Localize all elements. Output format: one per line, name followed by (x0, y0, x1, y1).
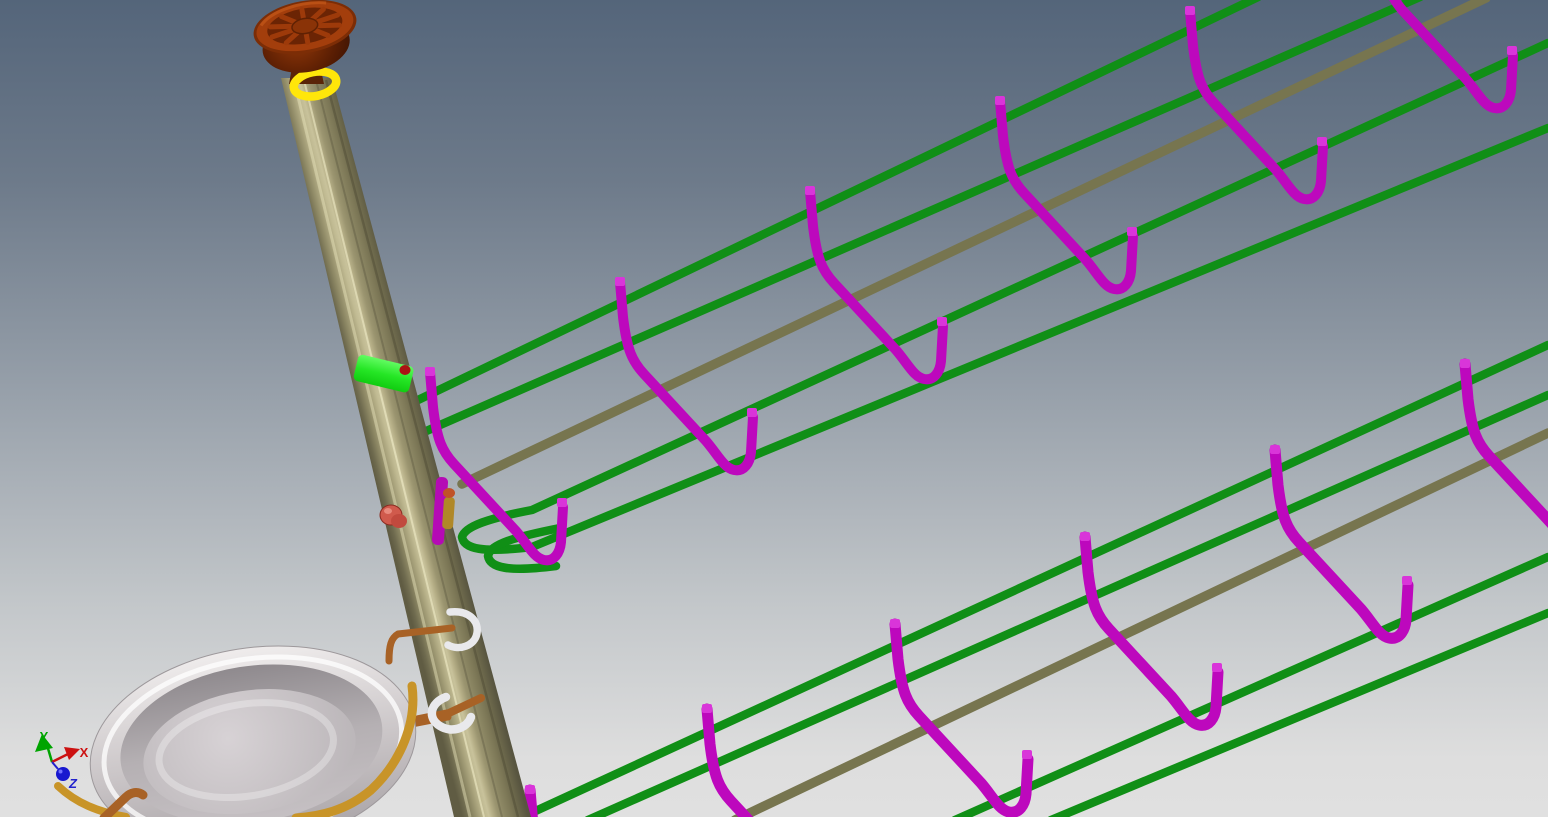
cable-tray-lower[interactable] (516, 345, 1548, 817)
z-axis-ball (56, 767, 70, 781)
tray-lower-center-wire (735, 433, 1548, 817)
tray-upper-center-wire (462, 0, 1486, 484)
y-axis-label: Y (40, 729, 49, 744)
band-red-dot (400, 365, 411, 375)
z-axis-line (52, 762, 58, 769)
cable-tray-upper[interactable] (368, 0, 1548, 569)
z-axis-label: Z (68, 776, 78, 791)
valve-handwheel[interactable] (249, 0, 364, 80)
z-axis-ball-highlight (59, 770, 63, 774)
model-scene: Y X Z (0, 0, 1548, 817)
x-axis-label: X (80, 745, 89, 760)
tray-upper-far-rail-2 (376, 0, 1420, 453)
tray-lower-near-rail-1 (955, 557, 1548, 817)
tray-lower-far-rail-1 (516, 345, 1548, 817)
tray-upper-rungs (425, 0, 1517, 560)
cad-3d-viewport[interactable]: Y X Z (0, 0, 1548, 817)
ucs-axis-triad: Y X Z (35, 729, 89, 791)
